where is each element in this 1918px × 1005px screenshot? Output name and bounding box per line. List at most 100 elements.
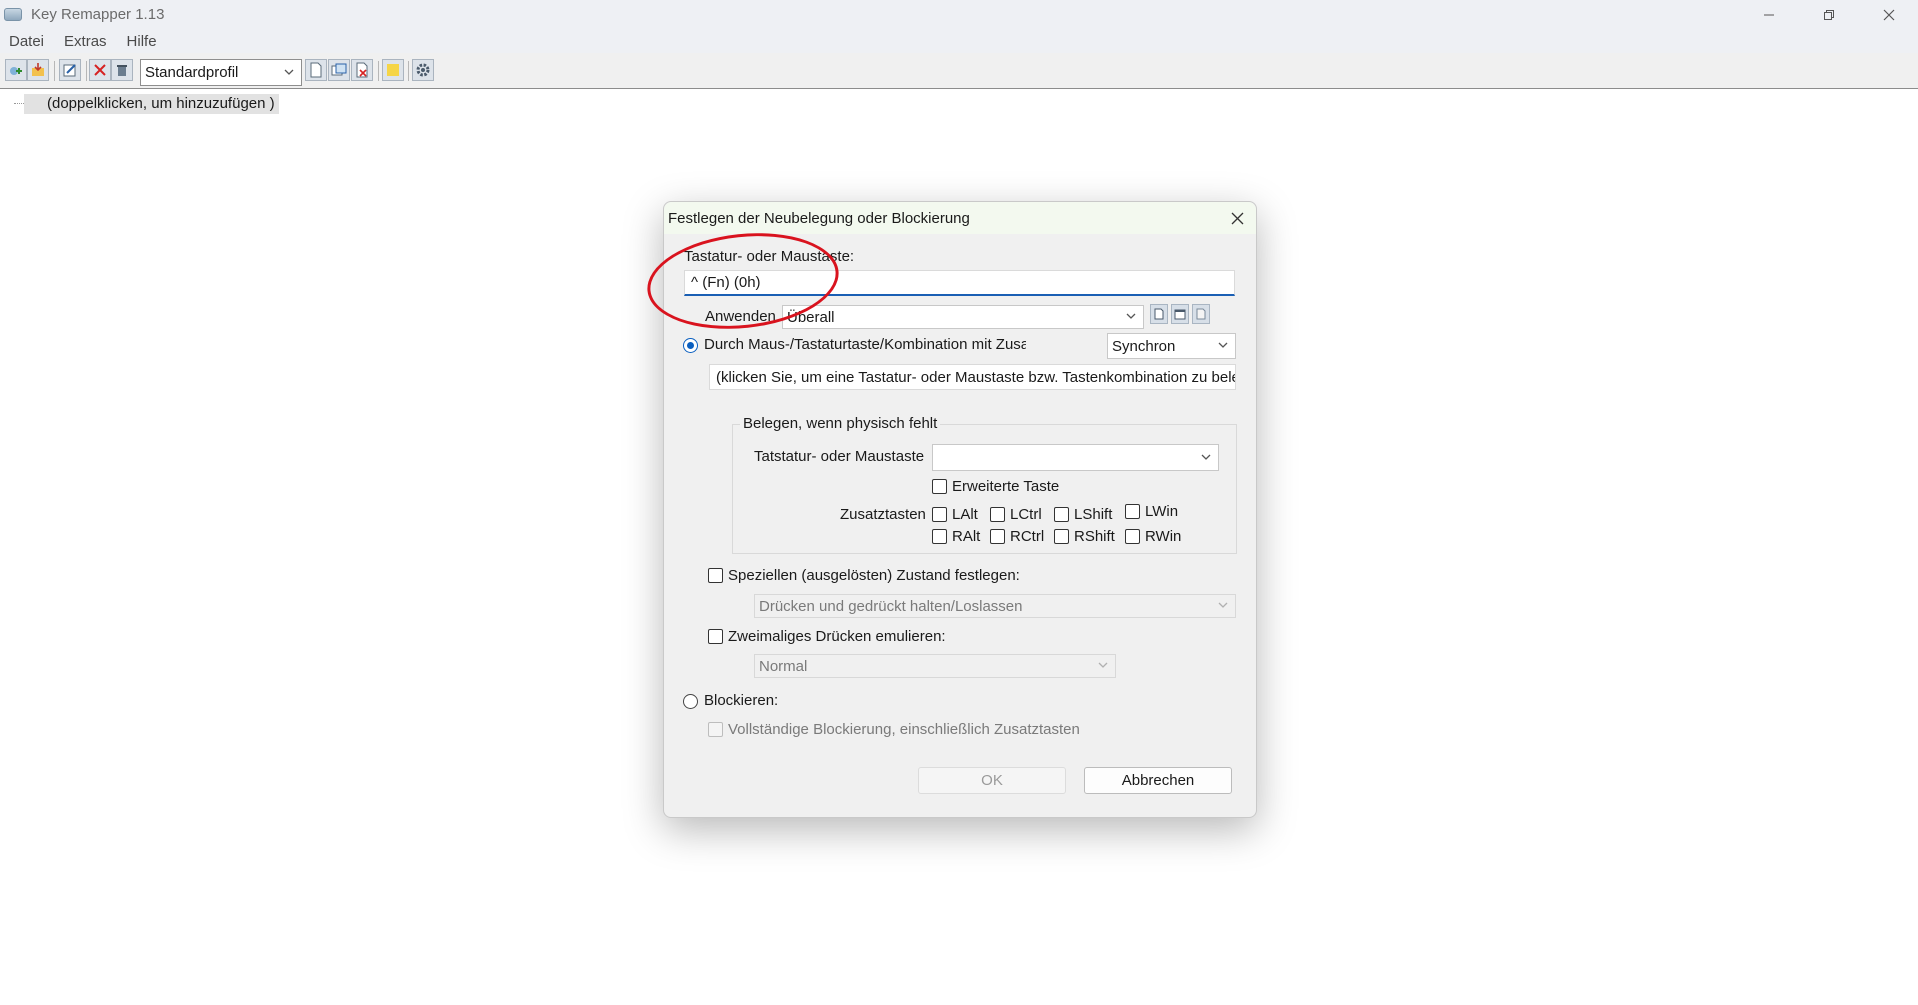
delete-icon xyxy=(94,64,106,76)
double-press-select-value: Normal xyxy=(759,657,808,675)
sync-select-value: Synchron xyxy=(1112,337,1176,355)
apply-select-value: Überall xyxy=(787,308,835,326)
add-button[interactable] xyxy=(5,59,27,81)
delete-profile-button[interactable] xyxy=(351,59,373,81)
title-bar: Key Remapper 1.13 xyxy=(0,0,1918,29)
close-icon xyxy=(1231,212,1243,224)
remap-radio[interactable] xyxy=(683,338,698,353)
rshift-checkbox[interactable] xyxy=(1054,529,1069,544)
new-app-button[interactable] xyxy=(1150,304,1168,324)
physical-key-group-title: Belegen, wenn physisch fehlt xyxy=(740,415,941,432)
chevron-down-icon xyxy=(1126,313,1136,319)
special-state-checkbox[interactable] xyxy=(708,568,723,583)
key-label: Tastatur- oder Maustaste: xyxy=(684,248,855,265)
restore-button[interactable] xyxy=(1800,0,1858,29)
lwin-checkbox[interactable] xyxy=(1125,504,1140,519)
profile-select-value: Standardprofil xyxy=(145,64,239,81)
folder-button[interactable] xyxy=(382,59,404,81)
lshift-checkbox[interactable] xyxy=(1054,507,1069,522)
rwin-label: RWin xyxy=(1145,528,1182,545)
menu-extras[interactable]: Extras xyxy=(54,33,117,50)
remap-dialog: Festlegen der Neubelegung oder Blockieru… xyxy=(663,201,1257,818)
chevron-down-icon xyxy=(284,69,294,75)
close-window-button[interactable] xyxy=(1860,0,1918,29)
add-icon xyxy=(10,67,22,75)
delete-profile-icon xyxy=(356,62,368,78)
apply-select[interactable]: Überall xyxy=(782,305,1144,329)
ok-button[interactable]: OK xyxy=(918,767,1066,794)
ralt-checkbox[interactable] xyxy=(932,529,947,544)
key-input[interactable]: ^ (Fn) (0h) xyxy=(684,270,1235,296)
rctrl-label: RCtrl xyxy=(1010,528,1045,545)
remap-target-text: (klicken Sie, um eine Tastatur- oder Mau… xyxy=(716,368,1236,386)
copy-profile-button[interactable] xyxy=(328,59,350,81)
copy-profile-icon xyxy=(331,63,347,76)
minimize-icon xyxy=(1764,14,1774,15)
profile-select[interactable]: Standardprofil xyxy=(140,59,302,86)
window-icon xyxy=(1174,309,1186,320)
rshift-label: RShift xyxy=(1074,528,1115,545)
import-button[interactable] xyxy=(27,59,49,81)
settings-button[interactable] xyxy=(412,59,434,81)
dialog-title-bar: Festlegen der Neubelegung oder Blockieru… xyxy=(664,202,1256,234)
rwin-checkbox[interactable] xyxy=(1125,529,1140,544)
new-document-icon xyxy=(1154,308,1164,320)
rctrl-checkbox[interactable] xyxy=(990,529,1005,544)
lshift-label: LShift xyxy=(1074,506,1113,523)
edit-icon xyxy=(63,64,76,77)
close-icon xyxy=(1883,9,1895,20)
chevron-down-icon xyxy=(1218,342,1228,348)
trash-icon xyxy=(117,65,127,76)
folder-icon xyxy=(387,64,399,76)
document-icon xyxy=(1196,308,1206,320)
sync-select[interactable]: Synchron xyxy=(1107,333,1236,359)
block-label: Blockieren: xyxy=(704,692,779,709)
tree-add-placeholder[interactable]: (doppelklicken, um hinzuzufügen ) xyxy=(24,94,279,114)
double-press-checkbox[interactable] xyxy=(708,629,723,644)
copy-app-button[interactable] xyxy=(1171,304,1189,324)
toolbar: Standardprofil xyxy=(0,53,1918,89)
menu-bar: Datei Extras Hilfe xyxy=(0,29,1918,53)
lctrl-label: LCtrl xyxy=(1010,506,1042,523)
toolbar-separator xyxy=(54,61,55,81)
extended-key-label: Erweiterte Taste xyxy=(952,478,1060,495)
remap-target-field[interactable]: (klicken Sie, um eine Tastatur- oder Mau… xyxy=(709,364,1236,390)
double-press-select[interactable]: Normal xyxy=(754,654,1116,678)
special-state-label: Speziellen (ausgelösten) Zustand festleg… xyxy=(728,567,1020,584)
chevron-down-icon xyxy=(1098,662,1108,668)
block-radio[interactable] xyxy=(683,694,698,709)
cancel-button[interactable]: Abbrechen xyxy=(1084,767,1232,794)
app-keyboard-icon xyxy=(4,8,22,21)
physical-key-label: Tatstatur- oder Maustaste xyxy=(754,448,925,465)
delete-button[interactable] xyxy=(89,59,111,81)
full-block-checkbox[interactable] xyxy=(708,722,723,737)
key-input-value: ^ (Fn) (0h) xyxy=(691,274,761,291)
remove-app-button[interactable] xyxy=(1192,304,1210,324)
new-profile-button[interactable] xyxy=(305,59,327,81)
toolbar-separator xyxy=(378,61,379,81)
tree-connector xyxy=(14,103,24,104)
physical-key-select[interactable] xyxy=(932,444,1219,471)
lctrl-checkbox[interactable] xyxy=(990,507,1005,522)
toolbar-separator xyxy=(86,61,87,81)
window-title: Key Remapper 1.13 xyxy=(31,6,165,23)
minimize-button[interactable] xyxy=(1740,0,1798,29)
chevron-down-icon xyxy=(1201,454,1211,460)
import-icon xyxy=(32,63,44,76)
restore-icon xyxy=(1824,9,1834,20)
edit-button[interactable] xyxy=(59,59,81,81)
menu-hilfe[interactable]: Hilfe xyxy=(117,33,167,50)
toolbar-separator xyxy=(408,61,409,81)
trash-button[interactable] xyxy=(111,59,133,81)
ralt-label: RAlt xyxy=(952,528,981,545)
extended-key-checkbox[interactable] xyxy=(932,479,947,494)
lalt-label: LAlt xyxy=(952,506,978,523)
dialog-close-button[interactable] xyxy=(1226,208,1248,228)
lwin-label: LWin xyxy=(1145,503,1179,520)
apply-label: Anwenden xyxy=(705,308,776,325)
double-press-label: Zweimaliges Drücken emulieren: xyxy=(728,628,946,645)
special-state-select[interactable]: Drücken und gedrückt halten/Loslassen xyxy=(754,594,1236,618)
special-state-select-value: Drücken und gedrückt halten/Loslassen xyxy=(759,597,1023,615)
menu-datei[interactable]: Datei xyxy=(0,33,54,50)
lalt-checkbox[interactable] xyxy=(932,507,947,522)
